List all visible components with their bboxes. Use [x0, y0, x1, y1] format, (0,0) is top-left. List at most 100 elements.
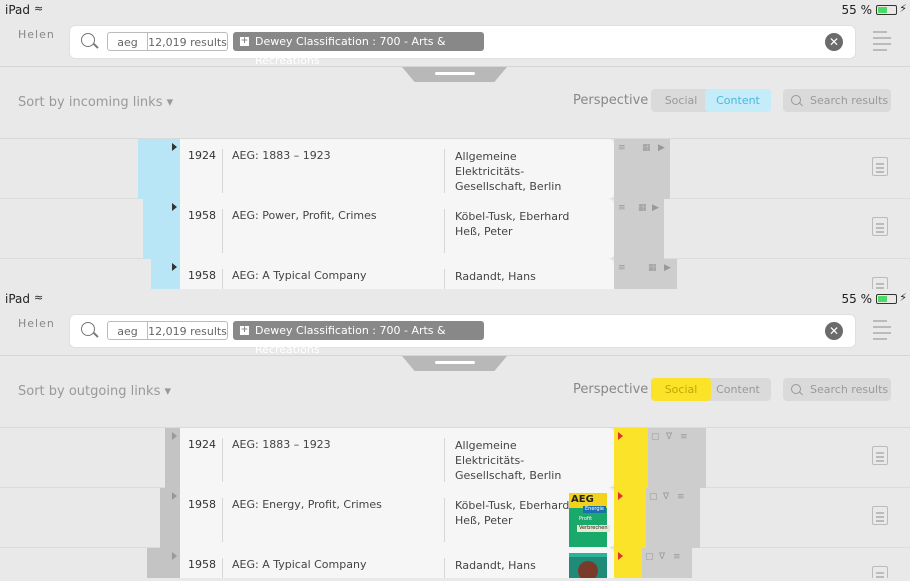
comment-icon: ▢	[651, 432, 660, 442]
device-name: iPad	[5, 292, 31, 306]
header-divider	[0, 66, 910, 67]
item-year: 1958	[188, 498, 216, 511]
item-title[interactable]: AEG: A Typical Company	[232, 269, 366, 282]
status-bar: iPad ≈ 55 % ⚡	[0, 289, 910, 309]
screen-social-perspective: iPad ≈ 55 % ⚡ Helen aeg 12,019 results +…	[0, 289, 910, 578]
search-bar[interactable]: aeg 12,019 results + Dewey Classification…	[70, 315, 855, 356]
document-icon[interactable]	[872, 446, 888, 465]
search-results-field[interactable]: Search results	[783, 378, 891, 401]
result-card[interactable]: 1958 AEG: Power, Profit, Crimes Köbel-Tu…	[180, 199, 614, 259]
document-icon[interactable]	[872, 277, 888, 289]
filter-chip[interactable]: + Dewey Classification : 700 - Arts & Rec…	[233, 32, 484, 67]
item-title[interactable]: AEG: Energy, Profit, Crimes	[232, 498, 382, 511]
item-authors: Radandt, Hans	[455, 270, 536, 283]
list-item[interactable]: 1958 AEG: Energy, Profit, Crimes Köbel-T…	[0, 488, 910, 548]
expand-arrow-icon[interactable]	[172, 263, 177, 271]
expand-arrow-icon[interactable]	[618, 552, 623, 560]
wifi-icon: ≈	[34, 291, 44, 304]
device-name: iPad	[5, 3, 31, 17]
sort-dropdown[interactable]: Sort by incoming links ▾	[18, 95, 173, 110]
list-item[interactable]: 1958 AEG: Power, Profit, Crimes Köbel-Tu…	[0, 199, 910, 259]
clear-search-button[interactable]: ✕	[825, 33, 843, 51]
expand-arrow-icon[interactable]	[172, 143, 177, 151]
plus-icon[interactable]: +	[240, 37, 249, 46]
item-title[interactable]: AEG: 1883 – 1923	[232, 149, 331, 162]
search-icon	[791, 95, 801, 105]
tag-icon: ∇	[659, 552, 666, 562]
list-menu-icon[interactable]	[873, 320, 891, 340]
toggle-social[interactable]: Social	[651, 378, 711, 401]
book-cover-thumbnail[interactable]	[569, 553, 607, 578]
document-icon[interactable]	[872, 217, 888, 236]
result-card[interactable]: 1924 AEG: 1883 – 1923 Allgemeine Elektri…	[180, 139, 614, 199]
content-links-bar: ≡ ▦ ▶	[614, 259, 677, 289]
document-icon[interactable]	[872, 157, 888, 176]
app-logo[interactable]: Helen	[18, 317, 54, 353]
list-menu-icon[interactable]	[873, 31, 891, 51]
toggle-content[interactable]: Content	[705, 378, 771, 401]
clear-search-button[interactable]: ✕	[825, 322, 843, 340]
play-icon: ▶	[658, 143, 665, 153]
sort-dropdown[interactable]: Sort by outgoing links ▾	[18, 384, 171, 399]
search-term-chip[interactable]: aeg	[107, 321, 148, 340]
social-meta-bar: ▢ ∇ ≡	[642, 548, 692, 578]
expand-arrow-icon[interactable]	[618, 492, 623, 500]
image-icon: ▦	[642, 143, 651, 153]
expand-arrow-icon[interactable]	[172, 552, 177, 560]
battery-level: 55 %	[841, 3, 873, 17]
item-year: 1958	[188, 558, 216, 571]
item-title[interactable]: AEG: 1883 – 1923	[232, 438, 331, 451]
cover-line: Profit	[577, 516, 595, 523]
item-title[interactable]: AEG: Power, Profit, Crimes	[232, 209, 377, 222]
comment-icon: ▢	[645, 552, 654, 562]
expand-arrow-icon[interactable]	[618, 432, 623, 440]
incoming-links-bar	[143, 199, 180, 259]
play-icon: ▶	[652, 203, 659, 213]
perspective-toggle[interactable]: Social Content	[651, 378, 771, 401]
caret-down-icon: ▾	[166, 95, 174, 110]
result-card[interactable]: 1924 AEG: 1883 – 1923 Allgemeine Elektri…	[180, 428, 614, 488]
perspective-label: Perspective	[573, 93, 649, 108]
result-card[interactable]: 1958 AEG: Energy, Profit, Crimes Köbel-T…	[180, 488, 614, 548]
pull-down-handle[interactable]	[402, 356, 507, 371]
search-icon	[81, 322, 95, 336]
sort-label: Sort by incoming links	[18, 95, 163, 110]
logo-text: Helen	[18, 317, 55, 330]
document-icon[interactable]	[872, 566, 888, 578]
item-title[interactable]: AEG: A Typical Company	[232, 558, 366, 571]
search-term-chip[interactable]: aeg	[107, 32, 148, 51]
perspective-toggle[interactable]: Social Content	[651, 89, 771, 112]
outgoing-links-bar	[160, 488, 180, 548]
sort-label: Sort by outgoing links	[18, 384, 161, 399]
toggle-social[interactable]: Social	[651, 89, 711, 112]
list-item[interactable]: 1924 AEG: 1883 – 1923 Allgemeine Elektri…	[0, 428, 910, 488]
item-authors: Allgemeine Elektricitäts- Gesellschaft, …	[455, 150, 562, 193]
plus-icon[interactable]: +	[240, 326, 249, 335]
pull-down-handle[interactable]	[402, 67, 507, 82]
expand-arrow-icon[interactable]	[172, 432, 177, 440]
toggle-content[interactable]: Content	[705, 89, 771, 112]
expand-arrow-icon[interactable]	[172, 492, 177, 500]
outgoing-links-bar	[147, 548, 180, 578]
cover-line: Energie	[583, 506, 607, 513]
list-item[interactable]: 1958 AEG: A Typical Company Radandt, Han…	[0, 548, 910, 578]
social-meta-bar: ▢ ∇ ≡	[646, 488, 700, 548]
list-item[interactable]: 1958 AEG: A Typical Company Radandt, Han…	[0, 259, 910, 289]
list-item[interactable]: 1924 AEG: 1883 – 1923 Allgemeine Elektri…	[0, 139, 910, 199]
item-year: 1958	[188, 209, 216, 222]
filter-chip[interactable]: + Dewey Classification : 700 - Arts & Rec…	[233, 321, 484, 356]
item-year: 1958	[188, 269, 216, 282]
item-authors: Radandt, Hans	[455, 559, 536, 572]
document-icon[interactable]	[872, 506, 888, 525]
search-results-field[interactable]: Search results	[783, 89, 891, 112]
expand-arrow-icon[interactable]	[172, 203, 177, 211]
search-bar[interactable]: aeg 12,019 results + Dewey Classification…	[70, 26, 855, 67]
app-logo[interactable]: Helen	[18, 28, 54, 64]
search-results-placeholder: Search results	[810, 94, 889, 107]
result-card[interactable]: 1958 AEG: A Typical Company Radandt, Han…	[180, 548, 614, 578]
book-cover-thumbnail[interactable]: AEG Energie Profit Verbrechen	[569, 493, 610, 547]
screen-content-perspective: iPad ≈ 55 % ⚡ Helen aeg 12,019 results +…	[0, 0, 910, 289]
cover-line: Verbrechen	[577, 525, 610, 532]
incoming-links-bar	[138, 139, 180, 199]
result-card[interactable]: 1958 AEG: A Typical Company Radandt, Han…	[180, 259, 614, 289]
